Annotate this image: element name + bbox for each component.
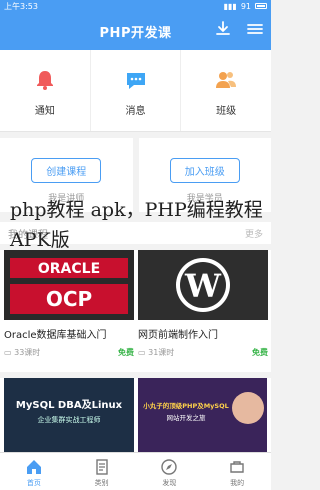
section-title: 我的课程: [8, 229, 48, 241]
wp-thumb-text: W: [184, 267, 222, 305]
mysql-thumb-sub: 企业集群实战工程师: [38, 415, 101, 424]
course-grid-row2: MySQL DBA及Linux 企业集群实战工程师 小丸子的顶级PHP及MySQ…: [0, 378, 271, 452]
app-header: PHP开发课: [0, 12, 271, 50]
tab-home[interactable]: 首页: [0, 453, 68, 490]
course-lessons: 31课时: [148, 348, 175, 357]
download-icon[interactable]: [213, 19, 233, 39]
mysql-thumb-title: MySQL DBA及Linux: [16, 399, 123, 411]
course-name: Oracle数据库基础入门: [4, 330, 107, 341]
battery-percent: 91: [240, 1, 251, 11]
feature-class[interactable]: 班级: [181, 50, 271, 131]
role-cards: 创建课程 我是讲师 加入班级 我是学员: [0, 138, 271, 212]
php-thumb-title: 小丸子的顶级PHP及MySQL: [142, 401, 229, 410]
section-more-link[interactable]: 更多: [245, 227, 263, 240]
compass-icon: [161, 459, 178, 475]
tab-discover-label: 发现: [162, 479, 177, 487]
status-bar: 上午3:53 ▮▮▮ 91: [0, 0, 271, 12]
feature-class-label: 班级: [216, 106, 237, 117]
chat-icon: [126, 73, 145, 89]
course-card-frontend[interactable]: W 网页前端制作入门 ▭ 31课时 免费: [138, 250, 268, 372]
course-meta: ▭ 31课时 免费: [138, 347, 268, 358]
course-thumbnail: W: [138, 250, 268, 320]
feature-row: 通知 消息 班级: [0, 50, 271, 132]
course-name: 网页前端制作入门: [138, 330, 218, 341]
create-course-button[interactable]: 创建课程: [31, 158, 102, 183]
book-icon: [95, 459, 108, 475]
join-class-button[interactable]: 加入班级: [169, 158, 240, 183]
oracle-logo-image: ORACLE OCP: [4, 250, 134, 320]
status-time: 上午3:53: [4, 1, 38, 11]
home-icon: [26, 460, 41, 474]
feature-notify[interactable]: 通知: [0, 50, 91, 131]
mysql-thumb-image: MySQL DBA及Linux 企业集群实战工程师: [4, 378, 134, 452]
student-card: 加入班级 我是学员: [138, 138, 271, 212]
battery-icon: [255, 3, 267, 9]
course-price: 免费: [118, 348, 134, 357]
tab-home-label: 首页: [26, 479, 41, 487]
feature-notify-label: 通知: [34, 106, 55, 117]
teacher-label: 我是讲师: [48, 194, 85, 204]
bell-icon: [36, 71, 53, 90]
section-header: 我的课程 更多: [0, 222, 271, 244]
teacher-card: 创建课程 我是讲师: [0, 138, 133, 212]
lessons-icon: ▭: [4, 348, 15, 357]
course-thumbnail: ORACLE OCP: [4, 250, 134, 320]
tab-mine[interactable]: 我的: [203, 453, 271, 490]
svg-text:OCP: OCP: [46, 287, 92, 311]
course-card-php[interactable]: 小丸子的顶级PHP及MySQL 网站开发之旅: [137, 378, 267, 452]
group-icon: [216, 72, 237, 88]
user-icon: [230, 461, 244, 473]
bottom-tab-bar: 首页 类别 发现 我的: [0, 452, 271, 490]
php-thumb-image: 小丸子的顶级PHP及MySQL 网站开发之旅: [137, 378, 267, 452]
tab-category-label: 类别: [94, 479, 109, 487]
user-center-icon[interactable]: [245, 19, 265, 41]
tab-category[interactable]: 类别: [68, 453, 136, 490]
course-price: 免费: [252, 348, 268, 357]
signal-icon: ▮▮▮: [223, 1, 237, 11]
oracle-thumb-text: ORACLE: [38, 261, 100, 277]
course-card-mysql[interactable]: MySQL DBA及Linux 企业集群实战工程师: [4, 378, 134, 452]
course-card-oracle[interactable]: ORACLE OCP Oracle数据库基础入门 ▭ 33课时 免费: [4, 250, 134, 372]
feature-message[interactable]: 消息: [91, 50, 182, 131]
feature-message-label: 消息: [125, 106, 146, 117]
tab-discover[interactable]: 发现: [136, 453, 204, 490]
student-label: 我是学员: [186, 194, 223, 204]
wordpress-logo-image: W: [138, 250, 268, 320]
course-grid: ORACLE OCP Oracle数据库基础入门 ▭ 33课时 免费 W 网页前…: [0, 250, 271, 372]
course-lessons: 33课时: [14, 348, 41, 357]
php-thumb-sub: 网站开发之旅: [166, 413, 206, 422]
course-meta: ▭ 33课时 免费: [4, 347, 134, 358]
tab-mine-label: 我的: [230, 479, 245, 487]
lessons-icon: ▭: [138, 348, 149, 357]
